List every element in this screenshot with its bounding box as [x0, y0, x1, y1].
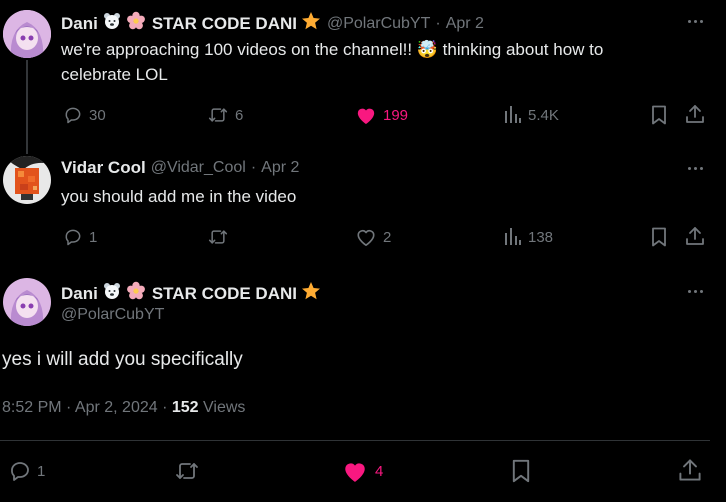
heart-icon [345, 463, 365, 482]
display-name-suffix[interactable]: STAR CODE DANI [152, 14, 297, 34]
reply-count: 1 [37, 462, 46, 480]
avatar[interactable] [3, 156, 51, 204]
more-icon[interactable] [688, 167, 703, 170]
display-name[interactable]: Dani [61, 14, 98, 34]
tweet-text: yes i will add you specifically [2, 349, 243, 370]
views-count: 138 [528, 228, 554, 246]
repost-icon [208, 108, 228, 122]
polar-bear-emoji [102, 11, 122, 36]
polar-bear-emoji [102, 281, 122, 306]
display-name[interactable]: Vidar Cool [61, 158, 146, 178]
tweet-text-line-1: we're approaching 100 videos on the chan… [61, 40, 604, 59]
divider [0, 440, 710, 441]
tweet-date[interactable]: Apr 2 [446, 15, 484, 33]
heart-icon [357, 230, 375, 246]
bookmark-button[interactable] [511, 459, 531, 483]
star-emoji [301, 11, 321, 36]
tweet-date[interactable]: Apr 2 [261, 159, 299, 177]
tweet-text: you should add me in the video [61, 187, 297, 206]
tweet-text-line-2: celebrate LOL [61, 65, 168, 84]
bookmark-button[interactable] [651, 105, 667, 125]
like-button[interactable]: 199 [355, 105, 408, 125]
timestamp[interactable]: 8:52 PM · Apr 2, 2024 · [2, 399, 172, 416]
views-count: 5.4K [528, 106, 559, 124]
bookmark-icon [652, 105, 666, 125]
share-button[interactable] [678, 458, 702, 482]
views-count: 152 [171, 399, 199, 416]
handle[interactable]: @Vidar_Cool [151, 159, 246, 177]
like-count: 199 [383, 106, 409, 124]
reply-button[interactable]: 1 [7, 459, 45, 483]
tweet-text: we're approaching 100 videos on the chan… [61, 37, 711, 87]
star-emoji [301, 281, 321, 306]
views-icon [505, 228, 521, 245]
share-button[interactable] [685, 104, 705, 124]
reply-icon [65, 107, 81, 124]
share-icon [686, 105, 704, 123]
display-name[interactable]: Dani [61, 284, 98, 304]
like-count: 2 [383, 228, 392, 246]
handle[interactable]: @PolarCubYT [61, 306, 164, 324]
share-icon [686, 227, 704, 245]
separator: · [435, 14, 441, 32]
share-icon [679, 459, 701, 481]
repost-button[interactable]: 6 [207, 105, 243, 125]
tweet-1[interactable]: Dani STAR CODE DANI @PolarCubYT · Apr 2 … [0, 0, 726, 148]
heart-icon [357, 108, 375, 125]
reply-count: 30 [89, 106, 106, 124]
more-icon[interactable] [688, 20, 703, 23]
cherry-blossom-emoji [126, 11, 146, 36]
tweet-header: Vidar Cool @Vidar_Cool · Apr 2 [61, 158, 299, 178]
avatar[interactable] [3, 278, 51, 326]
bookmark-icon [652, 227, 666, 247]
tweet-header: Dani STAR CODE DANI @PolarCubYT · Apr 2 [61, 11, 484, 36]
repost-button[interactable] [174, 459, 200, 483]
separator: · [250, 159, 257, 176]
avatar[interactable] [3, 10, 51, 58]
tweet-header: Dani STAR CODE DANI [61, 281, 321, 306]
reply-icon [65, 229, 81, 246]
repost-button[interactable] [207, 227, 235, 247]
share-button[interactable] [685, 226, 705, 246]
bookmark-button[interactable] [651, 227, 667, 247]
reply-button[interactable]: 1 [63, 227, 97, 247]
more-icon[interactable] [688, 290, 703, 293]
like-button[interactable]: 2 [355, 227, 391, 247]
tweet-2[interactable]: Vidar Cool @Vidar_Cool · Apr 2 you shoul… [0, 148, 726, 256]
views-button[interactable]: 138 [504, 227, 553, 247]
repost-count: 6 [235, 106, 244, 124]
display-name-suffix[interactable]: STAR CODE DANI [152, 284, 297, 304]
main-tweet: Dani STAR CODE DANI @PolarCubYT yes i wi… [0, 270, 726, 502]
repost-icon [208, 230, 228, 244]
like-button[interactable]: 4 [342, 459, 383, 483]
reply-icon [11, 462, 29, 481]
repost-icon [176, 463, 198, 479]
views-button[interactable]: 5.4K [504, 105, 559, 125]
views-icon [505, 106, 521, 123]
reply-count: 1 [89, 228, 98, 246]
views-label: Views [198, 399, 246, 416]
handle[interactable]: @PolarCubYT [327, 15, 430, 33]
cherry-blossom-emoji [126, 281, 146, 306]
like-count: 4 [375, 462, 384, 480]
reply-button[interactable]: 30 [63, 105, 106, 125]
tweet-meta: 8:52 PM · Apr 2, 2024 · 152 Views [2, 399, 245, 417]
bookmark-icon [512, 459, 530, 483]
